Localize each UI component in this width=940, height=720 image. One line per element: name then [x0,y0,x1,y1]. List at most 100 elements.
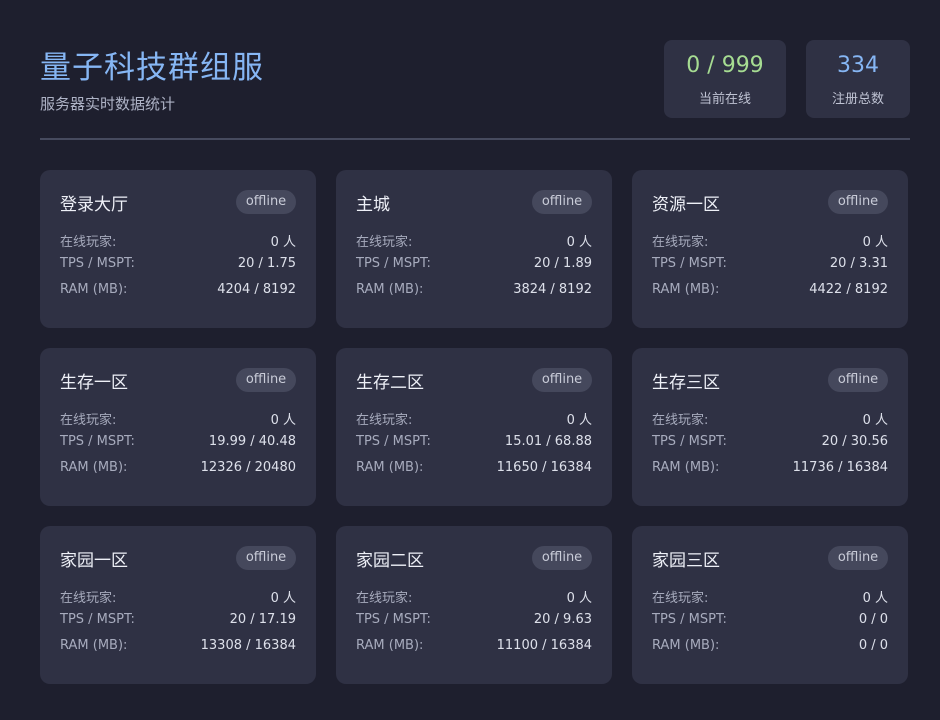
page-subtitle: 服务器实时数据统计 [40,95,176,113]
server-card: 生存二区 offline 在线玩家: 0 人 TPS / MSPT: 15.01… [336,348,612,506]
ram-row: RAM (MB): 4204 / 8192 [60,282,296,300]
players-value: 0 人 [270,413,296,428]
players-label: 在线玩家: [356,591,413,606]
server-name: 生存三区 [652,373,720,393]
tps-value: 20 / 1.75 [237,256,296,271]
ram-label: RAM (MB): [60,638,128,653]
tps-row: TPS / MSPT: 20 / 1.75 [60,256,296,274]
players-label: 在线玩家: [652,413,709,428]
players-value: 0 人 [862,413,888,428]
tps-label: TPS / MSPT: [652,612,727,627]
tps-row: TPS / MSPT: 0 / 0 [652,612,888,630]
registered-count: 334 [837,53,879,78]
tps-label: TPS / MSPT: [356,256,431,271]
players-label: 在线玩家: [356,235,413,250]
ram-label: RAM (MB): [60,460,128,475]
tps-value: 20 / 30.56 [821,434,888,449]
ram-row: RAM (MB): 12326 / 20480 [60,460,296,478]
tps-value: 0 / 0 [858,612,888,627]
players-label: 在线玩家: [652,591,709,606]
registered-label: 注册总数 [831,92,884,107]
players-label: 在线玩家: [652,235,709,250]
tps-row: TPS / MSPT: 15.01 / 68.88 [356,434,592,452]
players-value: 0 人 [566,413,592,428]
ram-value: 4422 / 8192 [809,282,888,297]
ram-value: 3824 / 8192 [513,282,592,297]
tps-row: TPS / MSPT: 20 / 9.63 [356,612,592,630]
registered-stat-card: 334 注册总数 [806,40,910,118]
tps-label: TPS / MSPT: [652,434,727,449]
header-divider [40,138,910,140]
status-badge: offline [236,190,296,214]
players-row: 在线玩家: 0 人 [60,409,296,428]
ram-label: RAM (MB): [652,282,720,297]
tps-value: 15.01 / 68.88 [504,434,592,449]
server-name: 生存二区 [356,373,424,393]
dashboard-header: 量子科技群组服 服务器实时数据统计 0 / 999 当前在线 334 注册总数 [40,40,910,118]
status-badge: offline [236,546,296,570]
server-name: 资源一区 [652,195,720,215]
tps-label: TPS / MSPT: [60,434,135,449]
ram-label: RAM (MB): [356,282,424,297]
ram-value: 11736 / 16384 [792,460,888,475]
players-row: 在线玩家: 0 人 [652,231,888,250]
players-row: 在线玩家: 0 人 [60,231,296,250]
status-badge: offline [532,546,592,570]
tps-row: TPS / MSPT: 20 / 1.89 [356,256,592,274]
players-value: 0 人 [566,591,592,606]
server-name: 家园三区 [652,551,720,571]
status-badge: offline [236,368,296,392]
players-label: 在线玩家: [60,591,117,606]
ram-label: RAM (MB): [652,638,720,653]
status-badge: offline [828,546,888,570]
ram-label: RAM (MB): [652,460,720,475]
players-row: 在线玩家: 0 人 [356,587,592,606]
ram-value: 13308 / 16384 [200,638,296,653]
ram-label: RAM (MB): [356,638,424,653]
players-row: 在线玩家: 0 人 [652,587,888,606]
ram-row: RAM (MB): 3824 / 8192 [356,282,592,300]
ram-row: RAM (MB): 11100 / 16384 [356,638,592,656]
players-value: 0 人 [270,235,296,250]
server-card: 家园二区 offline 在线玩家: 0 人 TPS / MSPT: 20 / … [336,526,612,684]
players-value: 0 人 [862,591,888,606]
status-badge: offline [532,368,592,392]
tps-label: TPS / MSPT: [356,434,431,449]
ram-label: RAM (MB): [60,282,128,297]
players-label: 在线玩家: [60,235,117,250]
ram-row: RAM (MB): 13308 / 16384 [60,638,296,656]
players-row: 在线玩家: 0 人 [356,231,592,250]
server-card: 生存三区 offline 在线玩家: 0 人 TPS / MSPT: 20 / … [632,348,908,506]
server-name: 家园一区 [60,551,128,571]
players-row: 在线玩家: 0 人 [356,409,592,428]
ram-value: 11650 / 16384 [496,460,592,475]
ram-row: RAM (MB): 4422 / 8192 [652,282,888,300]
server-name: 家园二区 [356,551,424,571]
online-stat-card: 0 / 999 当前在线 [664,40,786,118]
server-name: 生存一区 [60,373,128,393]
tps-value: 20 / 9.63 [533,612,592,627]
status-badge: offline [532,190,592,214]
tps-label: TPS / MSPT: [356,612,431,627]
ram-value: 11100 / 16384 [496,638,592,653]
ram-label: RAM (MB): [356,460,424,475]
status-badge: offline [828,190,888,214]
ram-row: RAM (MB): 11736 / 16384 [652,460,888,478]
tps-label: TPS / MSPT: [60,612,135,627]
tps-label: TPS / MSPT: [652,256,727,271]
tps-value: 19.99 / 40.48 [208,434,296,449]
players-value: 0 人 [270,591,296,606]
server-card: 生存一区 offline 在线玩家: 0 人 TPS / MSPT: 19.99… [40,348,316,506]
online-label: 当前在线 [698,92,751,107]
tps-row: TPS / MSPT: 19.99 / 40.48 [60,434,296,452]
server-grid: 登录大厅 offline 在线玩家: 0 人 TPS / MSPT: 20 / … [40,170,908,684]
server-name: 登录大厅 [60,195,128,215]
tps-row: TPS / MSPT: 20 / 17.19 [60,612,296,630]
tps-value: 20 / 3.31 [829,256,888,271]
server-card: 资源一区 offline 在线玩家: 0 人 TPS / MSPT: 20 / … [632,170,908,328]
server-card: 主城 offline 在线玩家: 0 人 TPS / MSPT: 20 / 1.… [336,170,612,328]
players-label: 在线玩家: [356,413,413,428]
players-row: 在线玩家: 0 人 [60,587,296,606]
ram-value: 0 / 0 [858,638,888,653]
ram-value: 12326 / 20480 [200,460,296,475]
